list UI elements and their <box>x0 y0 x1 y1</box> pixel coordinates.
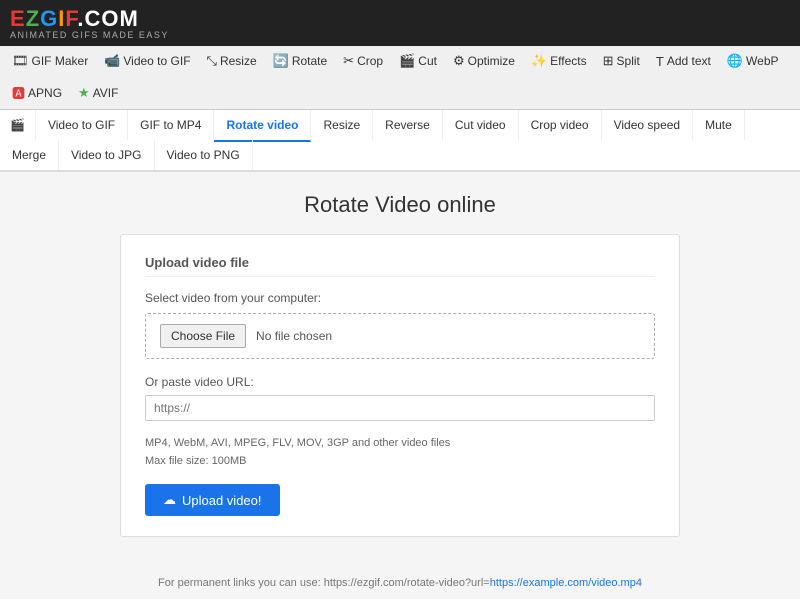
footer-link[interactable]: https://example.com/video.mp4 <box>490 577 642 589</box>
logo-text: EZGIF.COM <box>10 6 169 32</box>
main-nav: 🎞GIF Maker 📹Video to GIF ⤡Resize 🔄Rotate… <box>0 46 800 110</box>
sub-nav-merge[interactable]: Merge <box>0 140 59 170</box>
sub-nav-gif-to-mp4[interactable]: GIF to MP4 <box>128 110 214 140</box>
rotate-icon: 🔄 <box>273 53 289 69</box>
crop-icon: ✂ <box>343 53 354 69</box>
no-file-text: No file chosen <box>256 329 332 343</box>
sub-nav-resize[interactable]: Resize <box>311 110 373 140</box>
effects-icon: ✨ <box>531 53 547 69</box>
nav-avif[interactable]: ★AVIF <box>70 78 126 108</box>
page-title: Rotate Video online <box>30 192 770 218</box>
video-camera-icon: 🎬 <box>10 118 25 132</box>
logo-subtitle: ANIMATED GIFS MADE EASY <box>10 30 169 40</box>
webp-icon: 🌐 <box>727 53 743 69</box>
cut-icon: 🎬 <box>399 53 415 69</box>
nav-split[interactable]: ⊞Split <box>595 46 648 76</box>
apng-icon: 🅰 <box>12 83 25 102</box>
sub-nav-crop-video[interactable]: Crop video <box>519 110 602 140</box>
sub-nav-video-speed[interactable]: Video speed <box>602 110 694 140</box>
sub-nav-rotate-video[interactable]: Rotate video <box>214 110 311 142</box>
choose-file-button[interactable]: Choose File <box>160 324 246 348</box>
sub-nav: 🎬 Video to GIF GIF to MP4 Rotate video R… <box>0 110 800 172</box>
gif-icon: 🎞 <box>12 53 29 69</box>
file-field-label: Select video from your computer: <box>145 291 655 305</box>
url-label: Or paste video URL: <box>145 375 655 389</box>
upload-button[interactable]: ☁ Upload video! <box>145 484 280 516</box>
upload-icon: ☁ <box>163 492 176 508</box>
nav-rotate[interactable]: 🔄Rotate <box>265 46 336 76</box>
nav-apng[interactable]: 🅰APNG <box>4 76 70 109</box>
text-icon: T <box>656 54 664 69</box>
nav-gif-maker[interactable]: 🎞GIF Maker <box>4 46 96 76</box>
nav-optimize[interactable]: ⚙Optimize <box>445 46 523 76</box>
page-footer: For permanent links you can use: https:/… <box>0 567 800 599</box>
url-input[interactable] <box>145 395 655 421</box>
upload-card: Upload video file Select video from your… <box>120 234 680 537</box>
split-icon: ⊞ <box>603 53 614 69</box>
video-gif-icon: 📹 <box>104 53 120 69</box>
optimize-icon: ⚙ <box>453 53 465 69</box>
sub-nav-video-to-png[interactable]: Video to PNG <box>155 140 253 170</box>
nav-resize[interactable]: ⤡Resize <box>199 46 265 76</box>
nav-video-to-gif[interactable]: 📹Video to GIF <box>96 46 198 76</box>
sub-nav-video-to-jpg[interactable]: Video to JPG <box>59 140 155 170</box>
file-input-area: Choose File No file chosen <box>145 313 655 359</box>
resize-icon: ⤡ <box>207 53 217 69</box>
nav-webp[interactable]: 🌐WebP <box>719 46 787 76</box>
sub-nav-mute[interactable]: Mute <box>693 110 745 140</box>
sub-nav-reverse[interactable]: Reverse <box>373 110 443 140</box>
format-info: MP4, WebM, AVI, MPEG, FLV, MOV, 3GP and … <box>145 435 655 470</box>
nav-crop[interactable]: ✂Crop <box>335 46 391 76</box>
sub-nav-video-to-gif[interactable]: Video to GIF <box>36 110 128 140</box>
nav-effects[interactable]: ✨Effects <box>523 46 595 76</box>
nav-add-text[interactable]: TAdd text <box>648 47 719 76</box>
sub-nav-cut-video[interactable]: Cut video <box>443 110 519 140</box>
logo-bar: EZGIF.COM ANIMATED GIFS MADE EASY <box>0 0 800 46</box>
sub-nav-video-icon: 🎬 <box>0 110 36 140</box>
avif-icon: ★ <box>78 85 90 101</box>
card-section-title: Upload video file <box>145 255 655 277</box>
nav-cut[interactable]: 🎬Cut <box>391 46 445 76</box>
page-content: Rotate Video online Upload video file Se… <box>0 172 800 557</box>
